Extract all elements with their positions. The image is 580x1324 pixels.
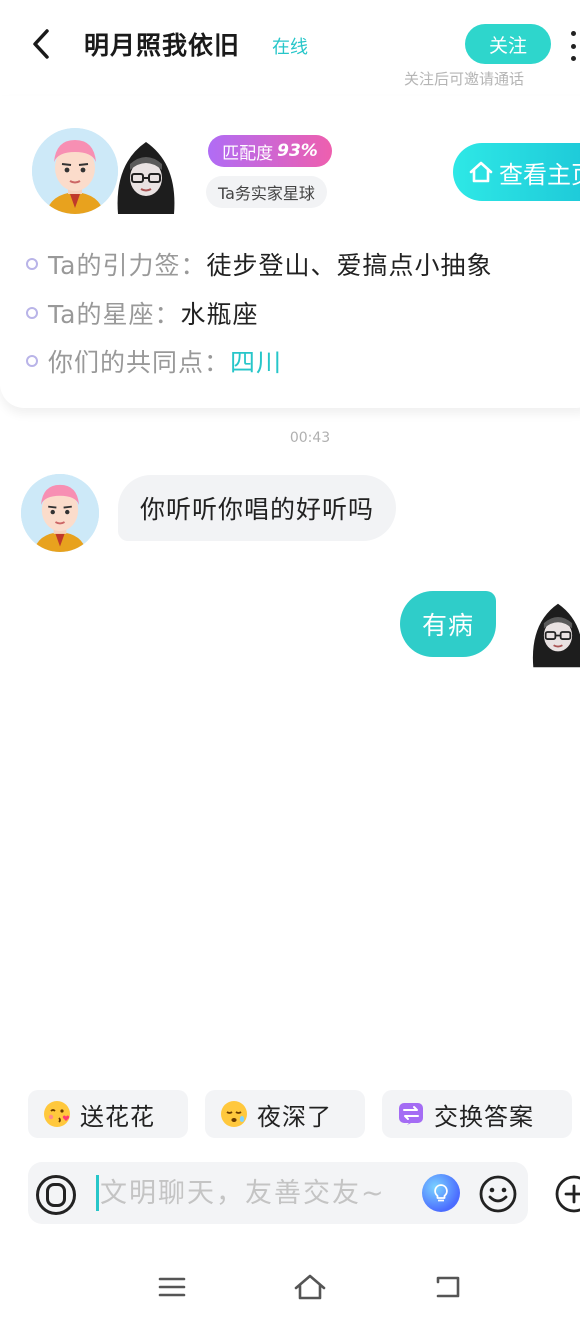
quick-reply-label: 夜深了: [257, 1102, 332, 1131]
match-badge: 匹配度 93%: [208, 135, 332, 167]
view-homepage-label: 查看主页: [499, 160, 580, 189]
info-value: 徒步登山、爱搞点小抽象: [206, 251, 493, 280]
chevron-left-icon: [33, 29, 49, 59]
menu-icon: [158, 1277, 186, 1297]
kiss-face-icon: [44, 1101, 70, 1127]
info-value: 四川: [230, 348, 283, 377]
view-homepage-button[interactable]: 查看主页: [453, 143, 580, 201]
nav-home-button[interactable]: [290, 1270, 330, 1304]
info-row-common: 你们的共同点： 四川: [26, 343, 282, 379]
chat-header: 明月照我依旧 在线 关注 关注后可邀请通话: [0, 0, 580, 96]
sleepy-face-icon: [221, 1101, 247, 1127]
message-input[interactable]: [100, 1170, 416, 1216]
info-row-tags: Ta的引力签： 徒步登山、爱搞点小抽象: [26, 246, 492, 282]
bullet-circle-icon: [26, 355, 38, 367]
ai-assistant-button[interactable]: [422, 1174, 460, 1212]
quick-reply-label: 送花花: [80, 1102, 155, 1131]
my-avatar[interactable]: [112, 134, 180, 214]
match-percentage: 93%: [277, 141, 318, 161]
info-label: Ta的星座：: [48, 300, 181, 329]
info-row-zodiac: Ta的星座： 水瓶座: [26, 295, 258, 331]
info-value: 水瓶座: [180, 300, 259, 329]
match-label: 匹配度: [222, 143, 274, 164]
back-arrow-icon: [436, 1276, 460, 1298]
back-button[interactable]: [26, 24, 56, 64]
quick-reply-label: 交换答案: [434, 1102, 534, 1131]
swap-icon: [399, 1103, 423, 1125]
quick-reply-send-flowers[interactable]: 送花花: [28, 1090, 188, 1138]
bullet-circle-icon: [26, 258, 38, 270]
received-message-bubble[interactable]: 你听听你唱的好听吗: [118, 475, 397, 541]
follow-hint: 关注后可邀请通话: [404, 70, 525, 88]
online-status: 在线: [272, 37, 308, 58]
quick-reply-swap-answers[interactable]: 交换答案: [382, 1090, 572, 1138]
emoji-button[interactable]: [478, 1174, 518, 1214]
home-outline-icon: [294, 1274, 326, 1300]
contact-message-avatar[interactable]: [21, 474, 99, 552]
bullet-circle-icon: [26, 307, 38, 319]
cartoon-boy-avatar-icon: [32, 128, 118, 214]
more-dot-icon: [570, 31, 576, 36]
voice-input-button[interactable]: [36, 1175, 76, 1215]
add-attachment-button[interactable]: [554, 1174, 580, 1214]
info-label: 你们的共同点：: [48, 348, 231, 377]
contact-avatar[interactable]: [32, 128, 118, 214]
follow-button[interactable]: 关注: [465, 24, 551, 64]
contact-name: 明月照我依旧: [84, 31, 241, 60]
lightbulb-icon: [434, 1184, 448, 1202]
hooded-girl-avatar-icon: [532, 603, 580, 668]
home-icon: [469, 161, 493, 183]
cartoon-boy-avatar-icon: [21, 474, 99, 552]
my-message-avatar[interactable]: [528, 596, 580, 668]
hooded-girl-avatar-icon: [117, 142, 175, 214]
more-options-button[interactable]: [566, 28, 580, 64]
quick-reply-late-night[interactable]: 夜深了: [205, 1090, 365, 1138]
more-dot-icon: [570, 43, 576, 49]
nav-menu-button[interactable]: [152, 1270, 192, 1304]
message-timestamp: 00:43: [289, 430, 331, 446]
nav-back-button[interactable]: [428, 1270, 468, 1304]
info-label: Ta的引力签：: [48, 251, 207, 280]
text-cursor: [96, 1175, 99, 1211]
planet-tag: Ta务实家星球: [206, 176, 327, 208]
sent-message-bubble[interactable]: 有病: [400, 591, 497, 657]
more-dot-icon: [570, 56, 576, 61]
